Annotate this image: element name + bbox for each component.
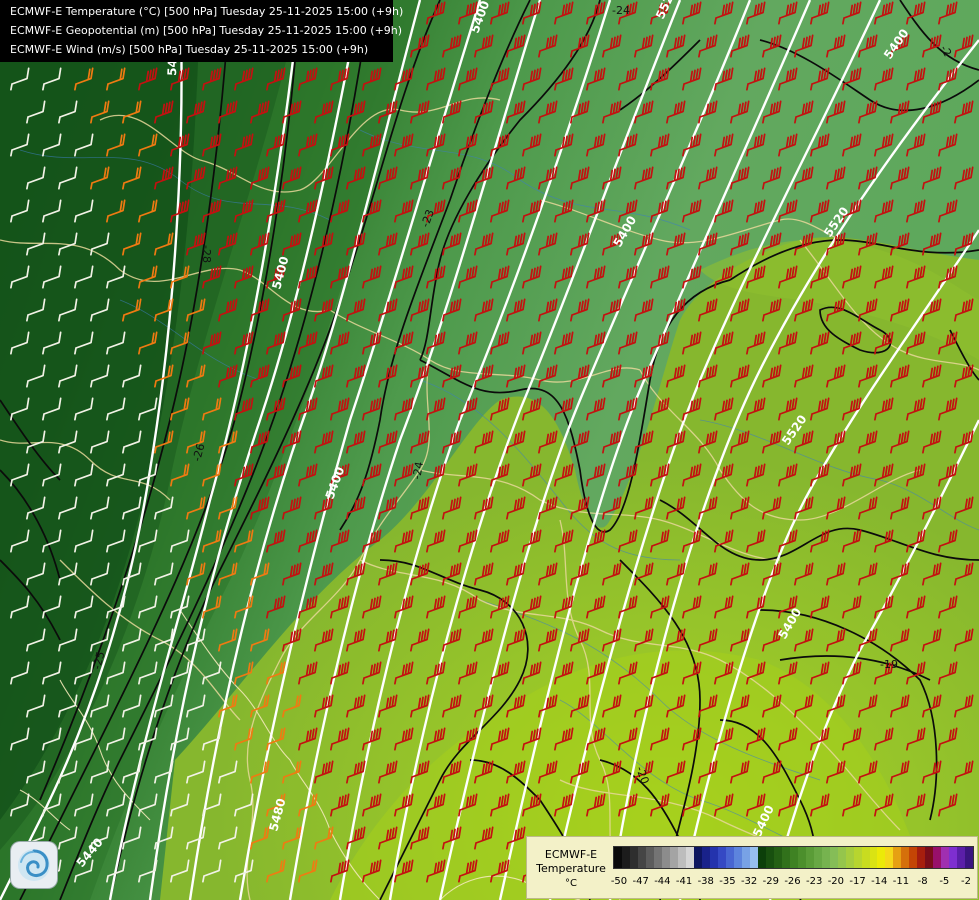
legend-color-swatch [853, 847, 862, 868]
legend-color-swatch [677, 847, 686, 868]
legend-tick-label: -8 [917, 876, 928, 887]
legend-color-swatch [925, 847, 934, 868]
legend-color-swatch [805, 847, 814, 868]
legend-color-swatch [957, 847, 966, 868]
legend-tick-label: -26 [784, 876, 801, 887]
legend-tick-label: -29 [762, 876, 779, 887]
legend-title-model: ECMWF-E [544, 848, 598, 861]
legend-color-swatch [845, 847, 854, 868]
legend-color-swatch [669, 847, 678, 868]
legend-color-swatch [893, 847, 902, 868]
legend-tick-label: -32 [740, 876, 758, 887]
legend-color-swatch [725, 847, 734, 868]
legend-color-swatch [861, 847, 870, 868]
legend-tick-label: -5 [939, 876, 950, 887]
legend-color-swatch [797, 847, 806, 868]
swirl-logo-icon [18, 849, 50, 881]
map-canvas: -24 -28 -23 -26 -24 -25 -19 -20 -2 5400 … [0, 0, 979, 900]
legend-color-swatch [885, 847, 894, 868]
legend-color-swatch [877, 847, 886, 868]
legend-color-swatch [653, 847, 662, 868]
map-info-header: ECMWF-E Temperature (°C) [500 hPa] Tuesd… [0, 0, 404, 62]
legend-tick-label: -44 [654, 876, 671, 887]
legend-color-swatch [645, 847, 654, 868]
legend-color-swatch [661, 847, 670, 868]
legend-color-swatch [829, 847, 838, 868]
legend-color-swatch [901, 847, 910, 868]
legend-color-swatch [917, 847, 926, 868]
legend-color-swatch [789, 847, 798, 868]
legend-unit: °C [565, 878, 577, 889]
legend-color-swatch [741, 847, 750, 868]
legend-color-swatch [717, 847, 726, 868]
isotherm-label: -28 [200, 245, 213, 263]
legend-color-swatch [837, 847, 846, 868]
legend-tick-label: -41 [675, 876, 693, 887]
legend-color-swatch [693, 847, 702, 868]
legend-tick-label: -47 [632, 876, 649, 887]
legend-color-swatch [637, 847, 646, 868]
isotherm-label: -24 [612, 4, 630, 17]
legend-color-swatch [749, 847, 758, 868]
legend-color-bar [613, 846, 974, 869]
legend-color-swatch [909, 847, 918, 868]
legend-tick-label: -20 [827, 876, 845, 887]
legend-color-swatch [757, 847, 766, 868]
legend-color-swatch [949, 847, 958, 868]
legend-color-swatch [781, 847, 790, 868]
legend-color-swatch [621, 847, 630, 868]
legend-color-swatch [965, 847, 974, 868]
legend-tick-label: -50 [610, 876, 628, 887]
legend-tick-label: -38 [697, 876, 714, 887]
legend-title-variable: Temperature [536, 862, 606, 875]
temperature-legend: ECMWF-E Temperature °C -50 -47 -44 -41 -38 -3… [526, 836, 978, 899]
legend-color-swatch [733, 847, 742, 868]
isotherm-label: -19 [880, 658, 898, 671]
legend-color-swatch [941, 847, 950, 868]
legend-color-swatch [773, 847, 782, 868]
legend-color-swatch [685, 847, 694, 868]
legend-tick-label: -14 [871, 876, 888, 887]
legend-color-swatch [821, 847, 830, 868]
legend-color-swatch [813, 847, 822, 868]
legend-title: ECMWF-E Temperature [531, 848, 611, 876]
legend-color-swatch [933, 847, 942, 868]
legend-color-swatch [629, 847, 638, 868]
temperature-layer-title: ECMWF-E Temperature (°C) [500 hPa] Tuesd… [10, 5, 404, 18]
legend-tick-label: -23 [806, 876, 823, 887]
legend-tick-label: -11 [892, 876, 910, 887]
legend-tick-label: -35 [719, 876, 736, 887]
legend-color-swatch [765, 847, 774, 868]
provider-logo[interactable] [11, 842, 57, 888]
legend-tick-labels: -50 -47 -44 -41 -38 -35 -32 -29 -26 -23 -20 -17 -14-… [610, 876, 972, 892]
geopotential-layer-title: ECMWF-E Geopotential (m) [500 hPa] Tuesd… [10, 24, 403, 37]
legend-color-swatch [614, 847, 622, 868]
forecast-map[interactable]: -24 -28 -23 -26 -24 -25 -19 -20 -2 5400 … [0, 0, 979, 900]
legend-color-swatch [869, 847, 878, 868]
legend-color-swatch [709, 847, 718, 868]
wind-layer-title: ECMWF-E Wind (m/s) [500 hPa] Tuesday 25-… [10, 43, 369, 56]
legend-color-swatch [701, 847, 710, 868]
legend-tick-label: -17 [849, 876, 866, 887]
legend-tick-label: -2 [961, 876, 971, 887]
